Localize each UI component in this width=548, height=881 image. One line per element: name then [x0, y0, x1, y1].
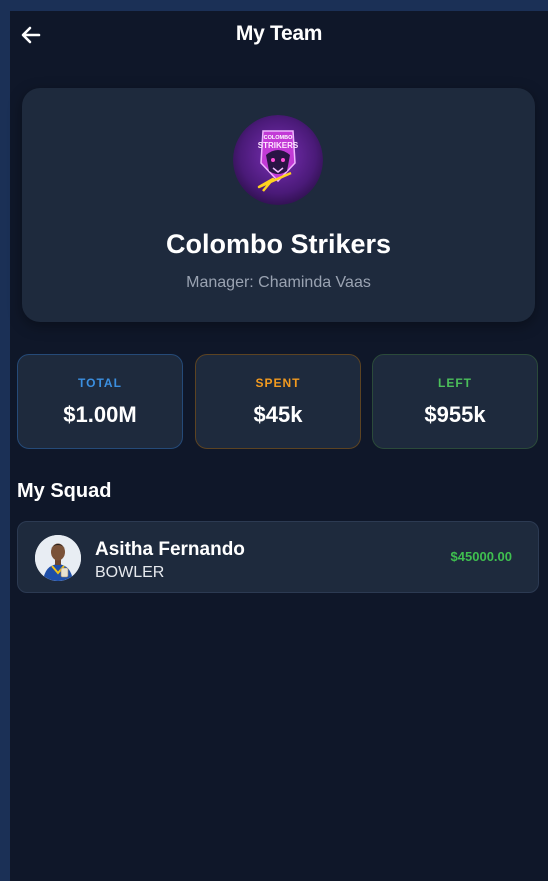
- manager-name: Manager: Chaminda Vaas: [186, 274, 371, 291]
- team-card: COLOMBO STRIKERS Colombo Strikers Manage…: [22, 88, 535, 322]
- team-logo: COLOMBO STRIKERS: [233, 115, 323, 205]
- budget-total-card: TOTAL $1.00M: [17, 354, 183, 449]
- budget-left-card: LEFT $955k: [372, 354, 538, 449]
- budget-spent-label: SPENT: [255, 376, 301, 390]
- team-name: Colombo Strikers: [165, 229, 392, 259]
- page-title: My Team: [235, 22, 323, 45]
- list-item[interactable]: Asitha Fernando BOWLER $45000.00: [17, 521, 539, 593]
- budget-total-value: $1.00M: [63, 402, 137, 427]
- logo-text-main: STRIKERS: [258, 141, 299, 150]
- player-avatar-graphic: [35, 535, 81, 581]
- team-logo-graphic: COLOMBO STRIKERS: [233, 115, 323, 205]
- player-name: Asitha Fernando: [95, 539, 245, 560]
- budget-left-value: $955k: [424, 402, 486, 427]
- squad-title: My Squad: [17, 480, 112, 502]
- app-bar: My Team: [10, 11, 548, 57]
- avatar: [35, 535, 81, 581]
- budget-total-label: TOTAL: [78, 376, 122, 390]
- budget-spent-value: $45k: [253, 402, 303, 427]
- budget-left-label: LEFT: [438, 376, 472, 390]
- app-screen: My Team COLOMBO STRIKERS Colombo Striker…: [10, 11, 548, 881]
- player-role: BOWLER: [95, 564, 165, 581]
- player-price: $45000.00: [450, 549, 512, 564]
- budget-spent-card: SPENT $45k: [195, 354, 361, 449]
